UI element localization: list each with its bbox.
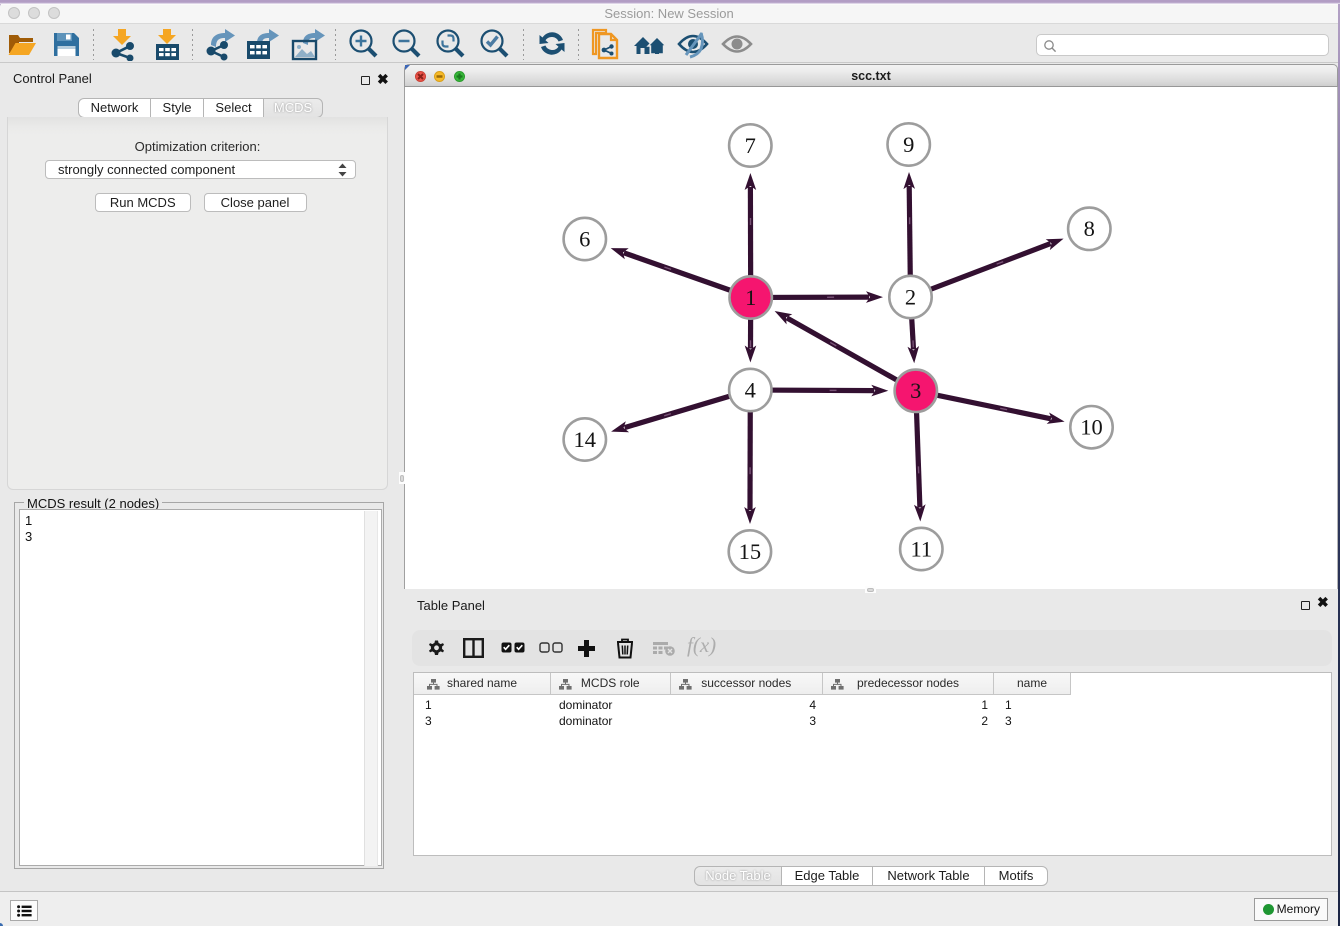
svg-text:14: 14 [574, 427, 597, 452]
svg-text:11: 11 [910, 536, 932, 561]
svg-text:1: 1 [745, 285, 756, 310]
svg-text:15: 15 [739, 539, 762, 564]
svg-text:3: 3 [910, 378, 921, 403]
svg-text:7: 7 [745, 133, 756, 158]
svg-text:2: 2 [905, 284, 916, 309]
svg-text:10: 10 [1080, 415, 1103, 440]
svg-text:6: 6 [579, 226, 590, 251]
svg-text:8: 8 [1084, 216, 1095, 241]
svg-text:9: 9 [903, 132, 914, 157]
svg-text:4: 4 [745, 377, 756, 402]
